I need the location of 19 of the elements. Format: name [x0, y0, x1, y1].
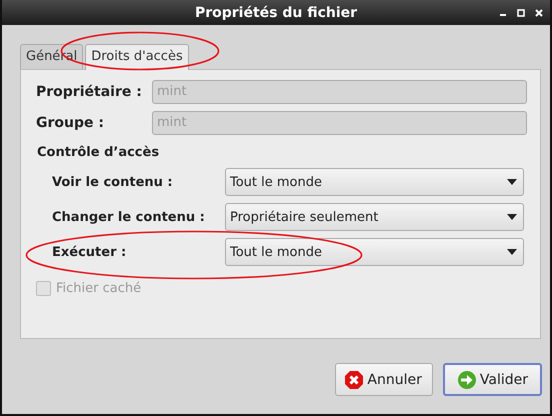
section-title: Contrôle d’accès [37, 145, 160, 160]
field-label: Voir le contenu : [52, 174, 174, 190]
field-label: Propriétaire : [36, 84, 143, 100]
dropdown[interactable]: Tout le monde [225, 238, 524, 266]
field-label: Changer le contenu : [52, 210, 206, 224]
dropdown-arrow-icon [507, 179, 517, 185]
cancel-button[interactable]: Annuler [335, 363, 433, 396]
tab[interactable]: Droits d'accès [85, 44, 189, 70]
maximize-icon[interactable] [516, 8, 526, 18]
dropdown-arrow-icon [507, 249, 517, 255]
ok-button[interactable]: Valider [442, 363, 542, 396]
dropdown-arrow-icon [507, 214, 517, 220]
cancel-icon [344, 370, 364, 390]
field-label: Exécuter : [52, 244, 128, 260]
dropdown[interactable]: Tout le monde [225, 168, 524, 196]
window-title: Propriétés du fichier [194, 4, 358, 20]
field-label: Groupe : [36, 115, 105, 131]
close-icon[interactable] [534, 8, 544, 18]
dropdown[interactable]: Propriétaire seulement [225, 203, 524, 231]
